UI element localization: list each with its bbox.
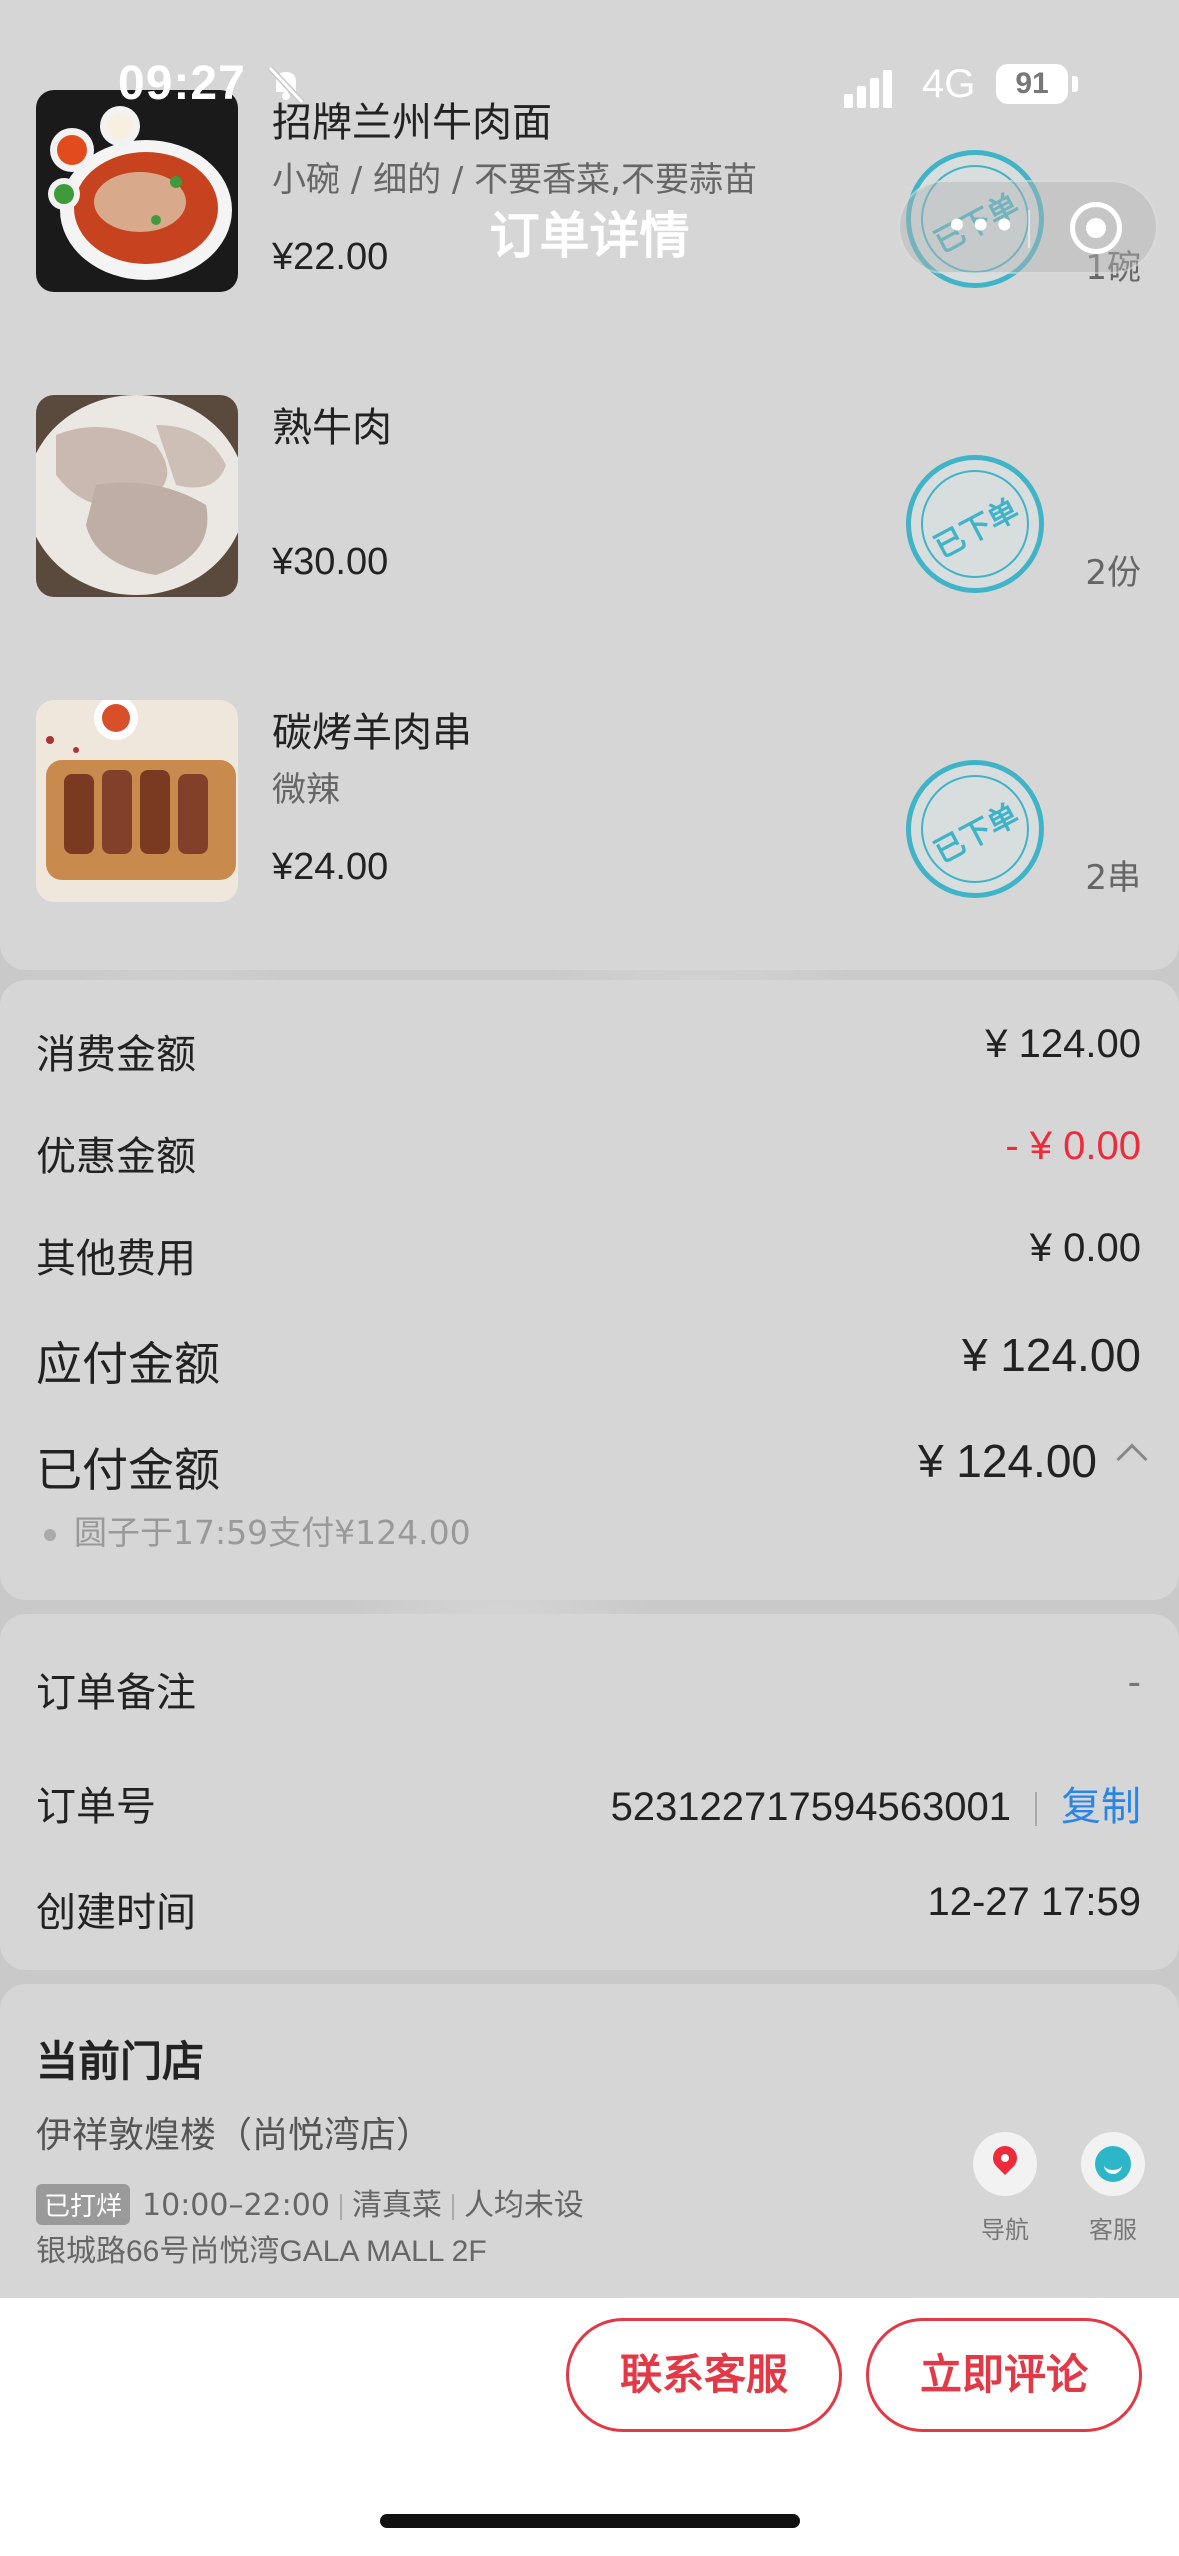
item-price: ¥24.00 <box>272 846 389 888</box>
contact-service-button[interactable]: 联系客服 <box>566 2318 842 2432</box>
store-category: 清真菜 <box>351 2188 442 2223</box>
store-hours: 10:00–22:00 <box>142 2188 330 2223</box>
discount-label: 优惠金额 <box>36 1134 196 1180</box>
item-quantity: 2份 <box>1085 553 1141 593</box>
order-number-label: 订单号 <box>36 1784 156 1830</box>
item-name: 碳烤羊肉串 <box>272 710 472 756</box>
home-indicator[interactable] <box>380 2514 800 2528</box>
divider <box>339 2193 342 2220</box>
other-fee-value: ¥ 0.00 <box>1029 1226 1141 1270</box>
consume-value: ¥ 124.00 <box>985 1022 1141 1066</box>
customer-service-button[interactable]: 客服 <box>1068 2132 1158 2245</box>
item-image-lamb-skewers <box>36 700 238 902</box>
item-quantity: 2串 <box>1085 858 1141 898</box>
item-price: ¥30.00 <box>272 541 389 583</box>
battery-tip <box>1072 76 1078 92</box>
store-name[interactable]: 伊祥敦煌楼（尚悦湾店） <box>36 2106 432 2158</box>
item-spec: 微辣 <box>272 770 340 810</box>
created-time-value: 12-27 17:59 <box>927 1880 1141 1924</box>
status-time: 09:27 <box>118 57 246 110</box>
status-bar: 09:27 4G 91 <box>0 0 1179 150</box>
other-fee-label: 其他费用 <box>36 1236 196 1282</box>
navigate-label: 导航 <box>981 2216 1029 2244</box>
store-address: 银城路66号尚悦湾GALA MALL 2F <box>36 2235 487 2268</box>
write-review-button[interactable]: 立即评论 <box>866 2318 1142 2432</box>
bell-mute-icon <box>267 65 305 105</box>
location-pin-icon <box>973 2132 1037 2196</box>
created-time-label: 创建时间 <box>36 1890 196 1936</box>
stamp-text: 已下单 <box>928 492 1025 566</box>
list-item[interactable]: 碳烤羊肉串 微辣 ¥24.00 2串 已下单 <box>0 700 1179 910</box>
stamp-text: 已下单 <box>928 797 1025 871</box>
payable-label: 应付金额 <box>36 1337 220 1391</box>
miniprogram-capsule: ••• <box>898 180 1158 274</box>
consume-label: 消费金额 <box>36 1032 196 1078</box>
item-name: 熟牛肉 <box>272 405 392 451</box>
discount-value: - ¥ 0.00 <box>1005 1124 1141 1168</box>
divider <box>1035 1792 1037 1827</box>
item-spec: 小碗 / 细的 / 不要香菜,不要蒜苗 <box>272 160 757 200</box>
status-badge: 已打烊 <box>36 2184 131 2225</box>
paid-label: 已付金额 <box>36 1443 220 1497</box>
store-meta: 已打烊 10:00–22:00 清真菜 人均未设 <box>36 2180 584 2225</box>
item-image-cooked-beef <box>36 395 238 597</box>
order-number-group: 523122717594563001 复制 <box>611 1774 1141 1832</box>
customer-service-label: 客服 <box>1089 2216 1137 2244</box>
remark-label: 订单备注 <box>36 1670 196 1716</box>
navigate-button[interactable]: 导航 <box>960 2132 1050 2245</box>
ordered-stamp: 已下单 <box>906 455 1044 593</box>
list-item[interactable]: 熟牛肉 ¥30.00 2份 已下单 <box>0 395 1179 605</box>
store-avg-price: 人均未设 <box>463 2188 584 2223</box>
battery-icon: 91 <box>996 64 1068 104</box>
store-section-title: 当前门店 <box>36 2037 205 2086</box>
payment-note: 圆子于17:59支付¥124.00 <box>44 1506 471 1554</box>
order-number-value: 523122717594563001 <box>610 1785 1011 1829</box>
more-icon[interactable]: ••• <box>946 209 1017 243</box>
remark-value: - <box>1127 1660 1141 1704</box>
signal-icon <box>844 70 896 108</box>
payable-value: ¥ 124.00 <box>961 1329 1141 1381</box>
divider <box>451 2193 454 2220</box>
copy-order-number-link[interactable]: 复制 <box>1061 1784 1141 1830</box>
close-miniprogram-icon[interactable] <box>1070 202 1122 254</box>
network-type: 4G <box>922 62 976 106</box>
paid-value: ¥ 124.00 <box>917 1435 1097 1487</box>
ordered-stamp: 已下单 <box>906 760 1044 898</box>
capsule-divider <box>1028 210 1030 248</box>
customer-service-icon <box>1081 2132 1145 2196</box>
